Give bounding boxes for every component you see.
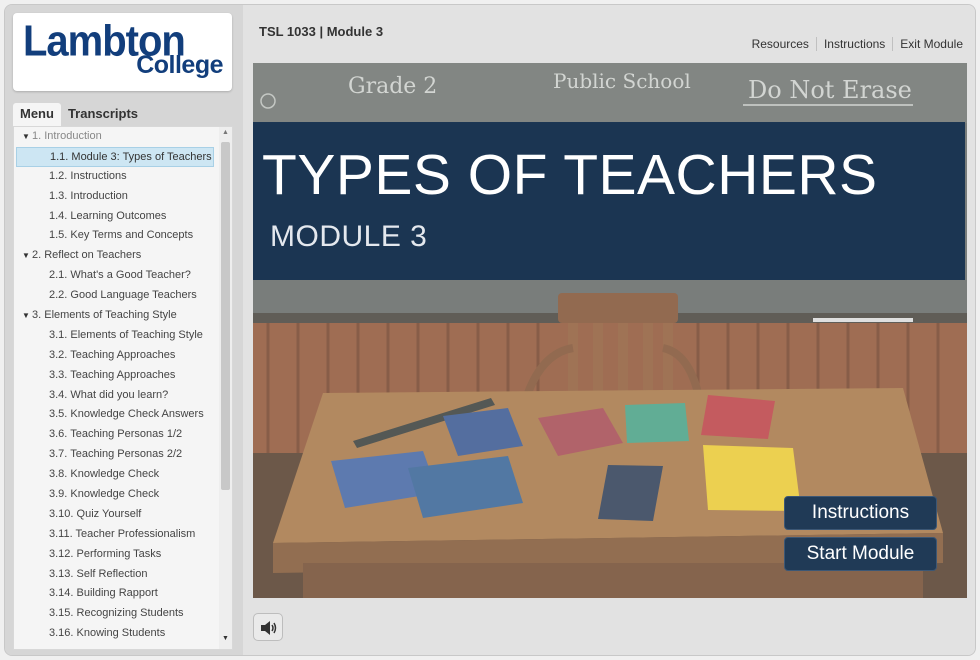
menu-item[interactable]: 2.1. What's a Good Teacher? xyxy=(14,266,220,286)
menu-item-label: 3.13. Self Reflection xyxy=(49,567,148,580)
menu-item[interactable]: 3.16. Knowing Students xyxy=(14,624,220,644)
menu-item-label: 2. Reflect on Teachers xyxy=(32,249,142,262)
college-logo: Lambton College xyxy=(13,13,232,91)
player-frame: Lambton College Menu Transcripts ▼ 1. Int… xyxy=(4,4,976,656)
tab-transcripts[interactable]: Transcripts xyxy=(61,103,145,127)
menu-section[interactable]: ▼ 2. Reflect on Teachers xyxy=(14,246,220,266)
menu-item-label: 1.1. Module 3: Types of Teachers xyxy=(50,150,212,163)
start-module-button[interactable]: Start Module xyxy=(784,537,937,571)
menu-item-label: 3.7. Teaching Personas 2/2 xyxy=(49,448,183,461)
menu-item[interactable]: 3.14. Building Rapport xyxy=(14,584,220,604)
menu-item-label: 3.12. Performing Tasks xyxy=(49,547,162,560)
menu-item[interactable]: 1.5. Key Terms and Concepts xyxy=(14,226,220,246)
exit-module-link[interactable]: Exit Module xyxy=(893,37,963,51)
menu-item-label: 3.6. Teaching Personas 1/2 xyxy=(49,428,183,441)
menu-section[interactable]: ▼ 1. Introduction xyxy=(14,127,220,147)
menu-item-label: 3.4. What did you learn? xyxy=(49,388,169,401)
instructions-button[interactable]: Instructions xyxy=(784,496,937,530)
menu-item-label: 1.4. Learning Outcomes xyxy=(49,209,167,222)
menu-item-label: 1.5. Key Terms and Concepts xyxy=(49,229,194,242)
menu-item[interactable]: 3.1. Elements of Teaching Style xyxy=(14,326,220,346)
menu-item-label: 1.2. Instructions xyxy=(49,169,127,182)
logo-line-1: Lambton xyxy=(23,16,186,66)
title-panel: TYPES OF TEACHERS MODULE 3 xyxy=(253,122,965,280)
resources-link[interactable]: Resources xyxy=(745,37,817,51)
menu-item-label: 3.1. Elements of Teaching Style xyxy=(49,328,203,341)
menu-item-label: 3.5. Knowledge Check Answers xyxy=(49,408,204,421)
menu-item[interactable]: 3.5. Knowledge Check Answers xyxy=(14,405,220,425)
menu-item-label: 3.10. Quiz Yourself xyxy=(49,507,142,520)
slide-subtitle: MODULE 3 xyxy=(270,220,428,253)
menu-item[interactable]: 3.3. Teaching Approaches xyxy=(14,366,220,386)
menu-item[interactable]: 3.8. Knowledge Check xyxy=(14,465,220,485)
menu-section[interactable]: ▼ 3. Elements of Teaching Style xyxy=(14,306,220,326)
menu-item-label: 3.16. Knowing Students xyxy=(49,627,166,640)
menu-item[interactable]: 3.7. Teaching Personas 2/2 xyxy=(14,445,220,465)
menu-item-label: 3.14. Building Rapport xyxy=(49,587,158,600)
caret-down-icon[interactable]: ▼ xyxy=(22,306,32,326)
scroll-down-icon[interactable]: ▼ xyxy=(219,635,232,645)
slide-title: TYPES OF TEACHERS xyxy=(262,143,878,207)
menu-item[interactable]: 3.11. Teacher Professionalism xyxy=(14,525,220,545)
menu-item-label: 3.15. Recognizing Students xyxy=(49,607,184,620)
menu-scrollbar[interactable]: ▲ ▼ xyxy=(219,127,232,649)
scroll-up-icon[interactable]: ▲ xyxy=(219,129,232,139)
menu-item[interactable]: 1.3. Introduction xyxy=(14,187,220,207)
instructions-link[interactable]: Instructions xyxy=(817,37,894,51)
top-links: Resources Instructions Exit Module xyxy=(745,37,963,51)
menu-item-label: 1. Introduction xyxy=(32,130,102,142)
menu-item-label: 3.8. Knowledge Check xyxy=(49,468,160,481)
menu-item[interactable]: 1.1. Module 3: Types of Teachers xyxy=(16,146,214,167)
menu-item[interactable]: 1.2. Instructions xyxy=(14,167,220,187)
menu-item-label: 1.3. Introduction xyxy=(49,189,128,202)
menu-item[interactable]: 3.12. Performing Tasks xyxy=(14,545,220,565)
main-area: TSL 1033 | Module 3 Resources Instructio… xyxy=(243,5,975,655)
scroll-thumb[interactable] xyxy=(221,142,230,490)
menu-item-label: 3.2. Teaching Approaches xyxy=(49,348,176,361)
menu-item-label: 3.9. Knowledge Check xyxy=(49,488,160,501)
course-title: TSL 1033 | Module 3 xyxy=(259,24,384,39)
speaker-icon xyxy=(261,621,277,635)
caret-down-icon[interactable]: ▼ xyxy=(22,246,32,266)
menu-item[interactable]: 3.2. Teaching Approaches xyxy=(14,346,220,366)
tab-menu[interactable]: Menu xyxy=(13,103,61,127)
slide: Grade 2 Public School Do Not Erase TYPES… xyxy=(253,63,967,598)
menu-item-label: 3.3. Teaching Approaches xyxy=(49,368,176,381)
caret-down-icon[interactable]: ▼ xyxy=(22,127,32,147)
menu-item-label: 3.11. Teacher Professionalism xyxy=(49,527,196,540)
menu-item[interactable]: 3.4. What did you learn? xyxy=(14,386,220,406)
menu-list: ▼ 1. Introduction 1.1. Module 3: Types of … xyxy=(14,127,220,649)
menu-item[interactable]: 1.4. Learning Outcomes xyxy=(14,207,220,227)
menu-item[interactable]: 3.13. Self Reflection xyxy=(14,565,220,585)
menu-panel: ▼ 1. Introduction 1.1. Module 3: Types of … xyxy=(13,126,233,650)
menu-item-label: 3. Elements of Teaching Style xyxy=(32,309,177,322)
menu-item[interactable]: 2.2. Good Language Teachers xyxy=(14,286,220,306)
audio-button[interactable] xyxy=(253,613,283,641)
sidebar-tabs: Menu Transcripts xyxy=(13,103,145,127)
menu-item[interactable]: 3.15. Recognizing Students xyxy=(14,604,220,624)
menu-item-label: 2.1. What's a Good Teacher? xyxy=(49,269,191,282)
menu-item[interactable]: 3.10. Quiz Yourself xyxy=(14,505,220,525)
menu-item[interactable]: 3.9. Knowledge Check xyxy=(14,485,220,505)
sidebar: Lambton College Menu Transcripts ▼ 1. Int… xyxy=(5,5,243,655)
menu-item-label: 2.2. Good Language Teachers xyxy=(49,289,197,302)
menu-item[interactable]: 3.6. Teaching Personas 1/2 xyxy=(14,425,220,445)
